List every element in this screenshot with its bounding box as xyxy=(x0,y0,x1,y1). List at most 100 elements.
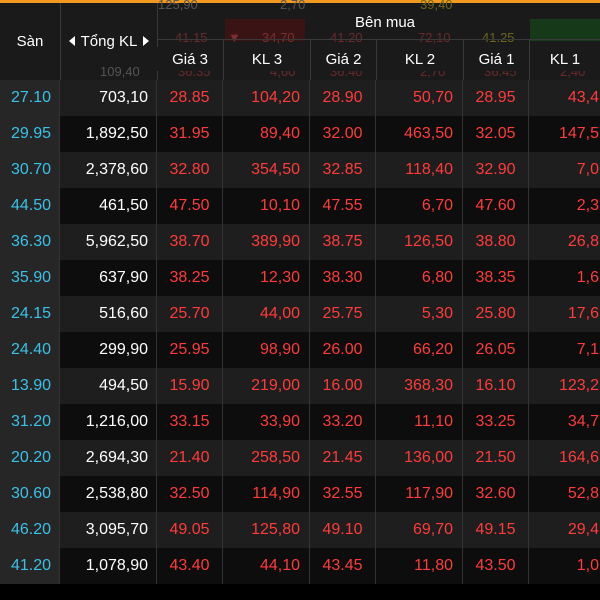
col-tong-kl-header[interactable]: Tổng KL xyxy=(61,27,157,55)
bid-volume-1: 7,1 xyxy=(576,341,599,358)
bid-price-2: 16.00 xyxy=(310,368,376,404)
ghost-text: 41.25 xyxy=(482,30,515,45)
san-price: 41.20 xyxy=(0,548,60,584)
bid-price-3: 38.25 xyxy=(157,260,223,296)
table-row[interactable]: 13.90 494,50 15.90 219,00 16.00 368,30 16.10 12… xyxy=(0,368,600,404)
bid-volume-3: 389,90 xyxy=(223,224,310,260)
table-header: 125,90 2,70 39,40 41.15 ▼ 34,70 41.20 72… xyxy=(0,0,600,80)
total-volume: 1,892,50 xyxy=(60,116,157,152)
ghost-text: 2,70 xyxy=(280,0,306,12)
total-volume: 2,378,60 xyxy=(60,152,157,188)
col-gia3-header[interactable]: Giá 3 xyxy=(157,47,223,71)
col-san-header[interactable]: Sàn xyxy=(0,3,60,80)
bid-volume-3: 44,00 xyxy=(223,296,310,332)
col-kl3-header[interactable]: KL 3 xyxy=(224,47,310,71)
bid-price-1: 43.50 xyxy=(463,548,529,584)
col-kl1-header[interactable]: KL 1 xyxy=(530,47,600,71)
san-price: 36.30 xyxy=(0,224,60,260)
san-price: 46.20 xyxy=(0,512,60,548)
bid-volume-2: 69,70 xyxy=(376,512,463,548)
bid-volume-1: 26,8 xyxy=(567,233,599,250)
table-row[interactable]: 24.15 516,60 25.70 44,00 25.75 5,30 25.80 17,6 xyxy=(0,296,600,332)
col-san-label: Sàn xyxy=(16,33,44,50)
bid-volume-1: 1,6 xyxy=(576,269,599,286)
bid-volume-3: 12,30 xyxy=(223,260,310,296)
bid-price-2: 26.00 xyxy=(310,332,376,368)
prev-column-icon[interactable] xyxy=(68,36,75,46)
bid-price-1: 25.80 xyxy=(463,296,529,332)
total-volume: 703,10 xyxy=(60,80,157,116)
col-gia2-header[interactable]: Giá 2 xyxy=(311,47,376,71)
bid-price-1: 47.60 xyxy=(463,188,529,224)
total-volume: 516,60 xyxy=(60,296,157,332)
bid-price-2: 47.55 xyxy=(310,188,376,224)
ghost-text: 41.15 xyxy=(175,30,208,45)
bid-volume-2: 136,00 xyxy=(376,440,463,476)
san-price: 30.70 xyxy=(0,152,60,188)
bid-volume-2: 118,40 xyxy=(376,152,463,188)
bid-volume-2: 11,80 xyxy=(376,548,463,584)
bid-price-3: 31.95 xyxy=(157,116,223,152)
table-row[interactable]: 27.10 703,10 28.85 104,20 28.90 50,70 28.95 43,… xyxy=(0,80,600,116)
col-gia1-header[interactable]: Giá 1 xyxy=(464,47,529,71)
buy-side-group-header: Bên mua xyxy=(310,11,460,33)
bid-volume-2: 50,70 xyxy=(376,80,463,116)
bid-volume-1: 123,2 xyxy=(558,377,599,394)
bid-price-2: 33.20 xyxy=(310,404,376,440)
next-column-icon[interactable] xyxy=(143,36,150,46)
bid-price-2: 28.90 xyxy=(310,80,376,116)
table-row[interactable]: 20.20 2,694,30 21.40 258,50 21.45 136,00 21.50… xyxy=(0,440,600,476)
bid-price-2: 43.45 xyxy=(310,548,376,584)
table-row[interactable]: 29.95 1,892,50 31.95 89,40 32.00 463,50 32.05 1… xyxy=(0,116,600,152)
bid-price-3: 47.50 xyxy=(157,188,223,224)
bid-volume-3: 258,50 xyxy=(223,440,310,476)
col-kl3-label: KL 3 xyxy=(251,50,283,68)
table-row[interactable]: 24.40 299,90 25.95 98,90 26.00 66,20 26.05 7,1 xyxy=(0,332,600,368)
down-arrow-icon: ▼ xyxy=(228,30,241,45)
table-row[interactable]: 31.20 1,216,00 33.15 33,90 33.20 11,10 33.25 34… xyxy=(0,404,600,440)
bid-volume-3: 219,00 xyxy=(223,368,310,404)
bid-price-1: 32.05 xyxy=(463,116,529,152)
bid-volume-2: 6,70 xyxy=(376,188,463,224)
bid-price-1: 16.10 xyxy=(463,368,529,404)
total-volume: 1,078,90 xyxy=(60,548,157,584)
bid-volume-3: 104,20 xyxy=(223,80,310,116)
bid-volume-1: 34,7 xyxy=(567,413,599,430)
san-price: 31.20 xyxy=(0,404,60,440)
table-row[interactable]: 36.30 5,962,50 38.70 389,90 38.75 126,50 38.80… xyxy=(0,224,600,260)
bid-volume-3: 354,50 xyxy=(223,152,310,188)
bid-price-2: 38.75 xyxy=(310,224,376,260)
ghost-text: 34,70 xyxy=(262,30,295,45)
bid-price-3: 25.95 xyxy=(157,332,223,368)
ghost-cell-up xyxy=(530,19,600,41)
san-price: 35.90 xyxy=(0,260,60,296)
bid-volume-1: 17,6 xyxy=(567,305,599,322)
total-volume: 461,50 xyxy=(60,188,157,224)
table-row[interactable]: 46.20 3,095,70 49.05 125,80 49.10 69,70 49.15 2… xyxy=(0,512,600,548)
bid-price-2: 32.85 xyxy=(310,152,376,188)
bid-price-1: 26.05 xyxy=(463,332,529,368)
total-volume: 3,095,70 xyxy=(60,512,157,548)
bid-volume-2: 5,30 xyxy=(376,296,463,332)
ghost-text: 125,90 xyxy=(158,0,198,12)
ghost-text: 109,40 xyxy=(100,64,140,79)
table-row[interactable]: 41.20 1,078,90 43.40 44,10 43.45 11,80 43.50 1,… xyxy=(0,548,600,584)
col-gia3-label: Giá 3 xyxy=(172,50,208,68)
san-price: 30.60 xyxy=(0,476,60,512)
table-row[interactable]: 35.90 637,90 38.25 12,30 38.30 6,80 38.35 1,6 xyxy=(0,260,600,296)
bid-price-1: 33.25 xyxy=(463,404,529,440)
total-volume: 1,216,00 xyxy=(60,404,157,440)
bid-price-2: 21.45 xyxy=(310,440,376,476)
bid-volume-1: 1,0 xyxy=(576,557,599,574)
table-row[interactable]: 44.50 461,50 47.50 10,10 47.55 6,70 47.60 2,3 xyxy=(0,188,600,224)
col-kl2-header[interactable]: KL 2 xyxy=(377,47,463,71)
bid-volume-3: 98,90 xyxy=(223,332,310,368)
bid-price-2: 38.30 xyxy=(310,260,376,296)
bid-volume-1: 164,6 xyxy=(558,449,599,466)
table-row[interactable]: 30.70 2,378,60 32.80 354,50 32.85 118,40 32.90… xyxy=(0,152,600,188)
san-price: 29.95 xyxy=(0,116,60,152)
table-row[interactable]: 30.60 2,538,80 32.50 114,90 32.55 117,90 32.60… xyxy=(0,476,600,512)
san-price: 27.10 xyxy=(0,80,60,116)
san-price: 20.20 xyxy=(0,440,60,476)
bid-volume-2: 368,30 xyxy=(376,368,463,404)
